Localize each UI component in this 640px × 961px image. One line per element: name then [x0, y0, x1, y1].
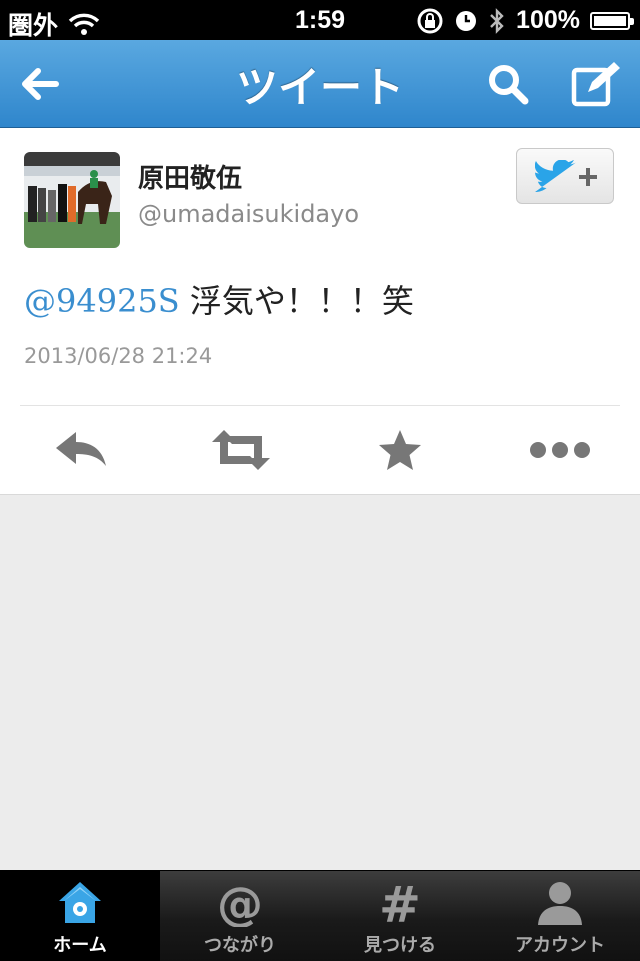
- mention-link[interactable]: @94925S: [24, 282, 180, 320]
- retweet-icon: [212, 430, 270, 470]
- reply-icon: [56, 432, 106, 466]
- tab-connect[interactable]: @ つながり: [160, 871, 320, 961]
- tweet-text: 浮気や！！！笑: [179, 282, 414, 320]
- svg-text:@: @: [217, 879, 263, 927]
- star-icon: [379, 430, 421, 470]
- bluetooth-icon: [490, 7, 504, 34]
- tab-bar: ホーム @ つながり # 見つける アカウント: [0, 870, 640, 961]
- twitter-bird-icon: [535, 160, 576, 193]
- tab-account[interactable]: アカウント: [480, 871, 640, 961]
- hashtag-icon: #: [379, 879, 421, 927]
- tweet-body: @94925S 浮気や！！！笑: [24, 276, 414, 322]
- person-icon: [538, 882, 582, 925]
- tab-home[interactable]: ホーム: [0, 871, 160, 961]
- favorite-button[interactable]: [376, 428, 424, 472]
- more-button[interactable]: [528, 428, 592, 472]
- compose-icon: [571, 62, 620, 107]
- tweet-card: 原田敬伍 @umadaisukidayo @94925S 浮気や！！！笑 201…: [0, 128, 640, 495]
- tab-label: アカウント: [515, 935, 605, 956]
- tab-label: つながり: [204, 935, 276, 956]
- compose-button[interactable]: [570, 60, 620, 108]
- tab-label: ホーム: [53, 935, 107, 956]
- search-button[interactable]: [484, 60, 532, 108]
- battery-fill: [594, 15, 626, 26]
- alarm-icon: [456, 10, 477, 31]
- navigation-bar: ツイート: [0, 40, 640, 128]
- battery-percentage: 100%: [516, 6, 580, 34]
- tab-discover[interactable]: # 見つける: [320, 871, 480, 961]
- avatar-photo: [24, 152, 120, 248]
- retweet-button[interactable]: [210, 428, 272, 472]
- divider: [20, 405, 620, 406]
- home-icon: [59, 882, 101, 923]
- tweet-timestamp: 2013/06/28 21:24: [24, 344, 213, 368]
- tab-label: 見つける: [364, 935, 436, 956]
- avatar[interactable]: [24, 152, 120, 248]
- svg-text:#: #: [379, 879, 421, 927]
- more-icon: [530, 442, 590, 458]
- reply-button[interactable]: [54, 428, 108, 472]
- follow-button[interactable]: [516, 148, 614, 204]
- author-handle[interactable]: @umadaisukidayo: [138, 200, 359, 228]
- battery-icon: [590, 11, 634, 30]
- status-bar: 圏外 1:59 100%: [0, 0, 640, 40]
- at-sign-icon: @: [217, 879, 263, 927]
- author-name[interactable]: 原田敬伍: [138, 158, 242, 195]
- search-icon: [489, 65, 529, 105]
- rotation-lock-icon: [417, 8, 443, 33]
- plus-icon: [579, 168, 597, 186]
- page-title: ツイート: [235, 63, 404, 112]
